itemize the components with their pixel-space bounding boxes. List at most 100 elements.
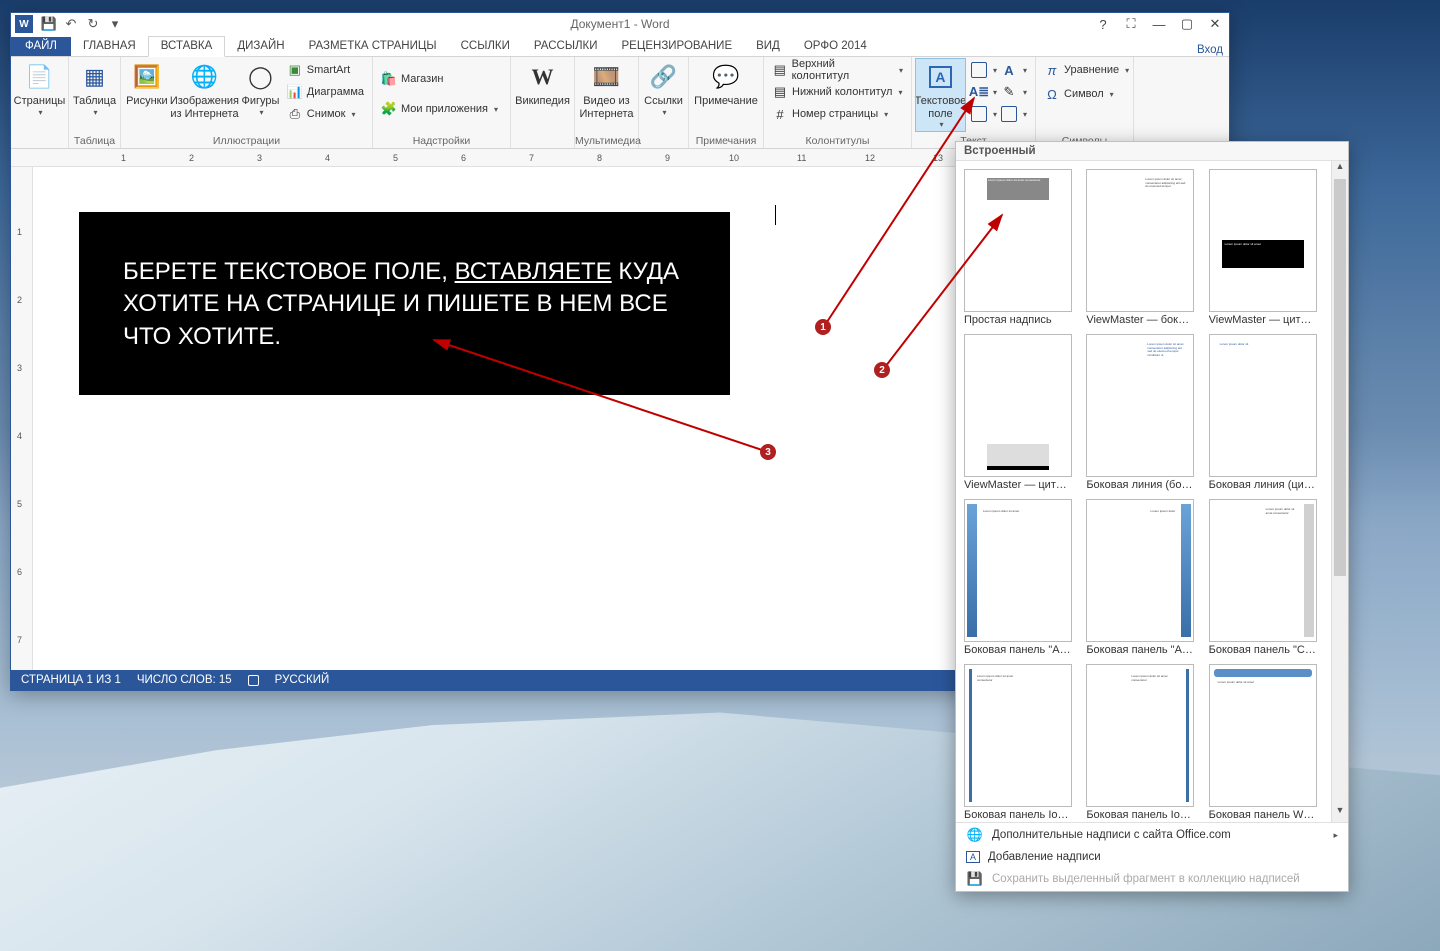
- gallery-save-selection: 💾Сохранить выделенный фрагмент в коллекц…: [956, 867, 1348, 891]
- myapps-icon: 🧩: [381, 101, 397, 117]
- table-icon: ▦: [79, 61, 111, 93]
- maximize-icon[interactable]: ▢: [1173, 14, 1201, 34]
- help-icon[interactable]: ?: [1089, 14, 1117, 34]
- save-icon[interactable]: 💾: [39, 14, 59, 34]
- close-icon[interactable]: ✕: [1201, 14, 1229, 34]
- quickparts-icon: [971, 62, 987, 78]
- group-comments-label: Примечания: [689, 135, 763, 147]
- status-lang[interactable]: РУССКИЙ: [275, 674, 330, 686]
- online-pictures-icon: 🌐: [188, 61, 220, 93]
- shapes-icon: ◯: [244, 61, 276, 93]
- date-icon: [971, 106, 987, 122]
- signature-icon: ✎: [1001, 84, 1017, 100]
- signin-link[interactable]: Вход: [1197, 44, 1223, 56]
- wordart-icon: A: [1001, 62, 1017, 78]
- chart-button[interactable]: 📊Диаграмма: [283, 81, 368, 103]
- gallery-item[interactable]: Lorem ipsum dolor sit ametБоковая панель…: [964, 499, 1078, 656]
- myapps-button[interactable]: 🧩Мои приложения▾: [377, 98, 502, 120]
- shapes-button[interactable]: ◯ Фигуры▾: [240, 59, 281, 119]
- gallery-item[interactable]: Lorem ipsum dolor sit amet consectetur a…: [1086, 334, 1200, 491]
- comment-button[interactable]: 💬 Примечание: [693, 59, 759, 110]
- dropcap-button[interactable]: A≣▾✎▾: [967, 81, 1031, 103]
- status-words[interactable]: ЧИСЛО СЛОВ: 15: [137, 674, 232, 686]
- app-icon: W: [15, 15, 33, 33]
- header-button[interactable]: ▤Верхний колонтитул▾: [768, 59, 907, 81]
- online-pictures-button[interactable]: 🌐 Изображения из Интернета: [171, 59, 238, 122]
- gallery-item[interactable]: Lorem ipsum dolor sitБоковая линия (цита…: [1209, 334, 1323, 491]
- textbox-gallery: Встроенный Lorem ipsum dolor sit amet co…: [955, 141, 1349, 892]
- gallery-scrollbar[interactable]: ▲ ▼: [1331, 161, 1348, 822]
- group-illus-label: Иллюстрации: [121, 135, 372, 147]
- textbox-button[interactable]: A Текстовое поле▾: [916, 59, 965, 131]
- object-button[interactable]: ▾▾: [967, 103, 1031, 125]
- pictures-button[interactable]: 🖼️ Рисунки: [125, 59, 169, 110]
- pagenum-icon: #: [772, 106, 788, 122]
- tab-design[interactable]: ДИЗАЙН: [225, 37, 296, 56]
- undo-icon[interactable]: ↶: [61, 14, 81, 34]
- object-icon: [1001, 106, 1017, 122]
- scroll-up-icon[interactable]: ▲: [1332, 161, 1348, 178]
- gallery-draw-textbox[interactable]: AДобавление надписи: [956, 847, 1348, 867]
- ribbon-body: 📄 Страницы▾ ▦ Таблица▾ Таблица 🖼️ Рисунк…: [11, 57, 1229, 149]
- status-page[interactable]: СТРАНИЦА 1 ИЗ 1: [21, 674, 121, 686]
- redo-icon[interactable]: ↻: [83, 14, 103, 34]
- tab-references[interactable]: ССЫЛКИ: [449, 37, 522, 56]
- tab-home[interactable]: ГЛАВНАЯ: [71, 37, 148, 56]
- page-number-button[interactable]: #Номер страницы▾: [768, 103, 907, 125]
- video-icon: 🎞️: [591, 61, 623, 93]
- gallery-item[interactable]: Lorem ipsum dolorБоковая панель "Асп...: [1086, 499, 1200, 656]
- tab-review[interactable]: РЕЦЕНЗИРОВАНИЕ: [610, 37, 745, 56]
- ribbon-display-icon[interactable]: ⛶: [1117, 14, 1145, 34]
- screenshot-icon: ⎙: [287, 106, 303, 122]
- save-selection-icon: 💾: [966, 871, 984, 887]
- scroll-thumb[interactable]: [1334, 179, 1346, 576]
- tab-file[interactable]: ФАЙЛ: [11, 37, 71, 56]
- group-addins-label: Надстройки: [373, 135, 510, 147]
- group-tables-label: Таблица: [69, 135, 120, 147]
- window-title: Документ1 - Word: [570, 17, 669, 31]
- symbol-icon: Ω: [1044, 86, 1060, 102]
- equation-icon: π: [1044, 62, 1060, 78]
- equation-button[interactable]: πУравнение▾: [1040, 59, 1133, 81]
- gallery-item[interactable]: Lorem ipsum dolor sit amet consecteturБо…: [1209, 499, 1323, 656]
- smartart-icon: ▣: [287, 62, 303, 78]
- gallery-item[interactable]: Lorem ipsum dolor sit ametViewMaster — ц…: [1209, 169, 1323, 326]
- tab-layout[interactable]: РАЗМЕТКА СТРАНИЦЫ: [297, 37, 449, 56]
- links-button[interactable]: 🔗 Ссылки▾: [643, 59, 684, 119]
- qat-customize-icon[interactable]: ▾: [105, 14, 125, 34]
- screenshot-button[interactable]: ⎙Снимок▾: [283, 103, 368, 125]
- ruler-vertical[interactable]: 123 4567: [11, 167, 33, 670]
- draw-textbox-icon: A: [966, 851, 980, 863]
- minimize-icon[interactable]: —: [1145, 14, 1173, 34]
- ribbon-tabs: ФАЙЛ ГЛАВНАЯ ВСТАВКА ДИЗАЙН РАЗМЕТКА СТР…: [11, 35, 1229, 57]
- text-box[interactable]: БЕРЕТЕ ТЕКСТОВОЕ ПОЛЕ, ВСТАВЛЯЕТЕ КУДА Х…: [79, 212, 730, 395]
- tab-orfo[interactable]: ОРФО 2014: [792, 37, 879, 56]
- gallery-item[interactable]: Lorem ipsum dolor sit ametБоковая панель…: [1209, 664, 1323, 821]
- gallery-item[interactable]: Lorem ipsum dolor sit amet consecteturБо…: [1086, 664, 1200, 821]
- textbox-icon: A: [924, 61, 956, 93]
- quickparts-button[interactable]: ▾A▾: [967, 59, 1031, 81]
- tab-view[interactable]: ВИД: [744, 37, 792, 56]
- gallery-item[interactable]: Lorem ipsum dolor sit amet consecteturБо…: [964, 664, 1078, 821]
- gallery-item[interactable]: Lorem ipsum dolor sit amet consectetur a…: [1086, 169, 1200, 326]
- wikipedia-button[interactable]: W Википедия: [515, 59, 570, 110]
- chart-icon: 📊: [287, 84, 303, 100]
- tab-insert[interactable]: ВСТАВКА: [148, 36, 226, 57]
- video-button[interactable]: 🎞️ Видео из Интернета: [579, 59, 634, 122]
- footer-button[interactable]: ▤Нижний колонтитул▾: [768, 81, 907, 103]
- gallery-item[interactable]: ViewMaster — цитата...: [964, 334, 1078, 491]
- smartart-button[interactable]: ▣SmartArt: [283, 59, 368, 81]
- symbol-button[interactable]: ΩСимвол▾: [1040, 83, 1133, 105]
- table-button[interactable]: ▦ Таблица▾: [73, 59, 116, 119]
- chevron-right-icon: ▸: [1333, 830, 1338, 841]
- page-icon: 📄: [24, 61, 56, 93]
- status-proof-icon[interactable]: [248, 675, 259, 686]
- pages-button[interactable]: 📄 Страницы▾: [15, 59, 64, 119]
- gallery-item[interactable]: Lorem ipsum dolor sit amet consecteturПр…: [964, 169, 1078, 326]
- tab-mailings[interactable]: РАССЫЛКИ: [522, 37, 610, 56]
- footer-icon: ▤: [772, 84, 788, 100]
- scroll-down-icon[interactable]: ▼: [1332, 805, 1348, 822]
- gallery-more-office[interactable]: 🌐Дополнительные надписи с сайта Office.c…: [956, 823, 1348, 847]
- dropcap-icon: A≣: [971, 84, 987, 100]
- store-button[interactable]: 🛍️Магазин: [377, 68, 502, 90]
